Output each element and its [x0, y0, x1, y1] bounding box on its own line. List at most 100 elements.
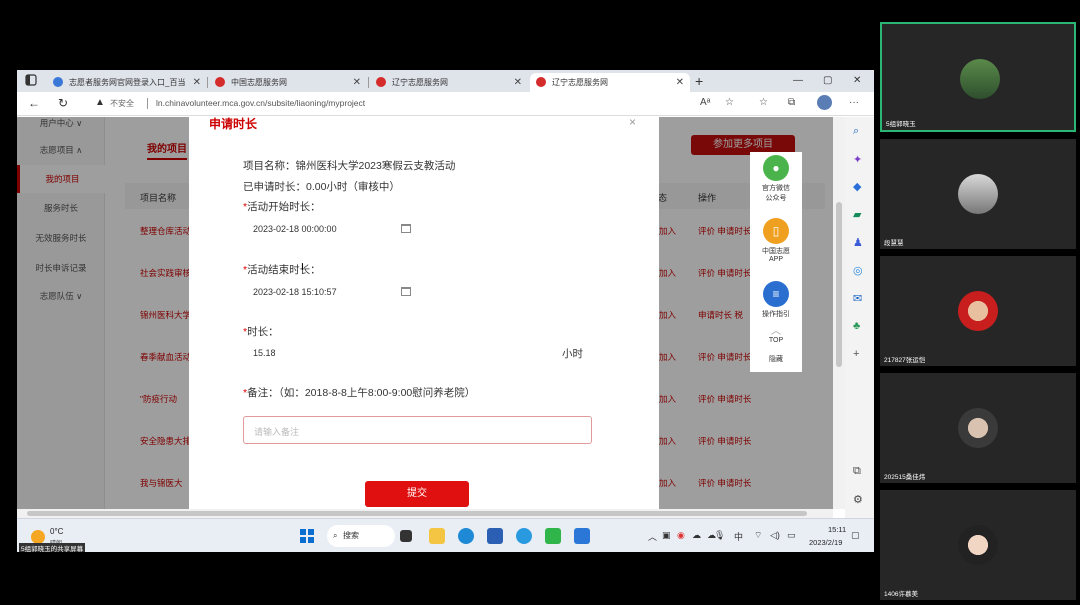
- close-icon[interactable]: ✕: [353, 73, 361, 92]
- hours-label: *时长：: [243, 326, 279, 338]
- notification-icon[interactable]: ▢: [851, 530, 860, 541]
- collections-icon[interactable]: ⧉: [788, 97, 795, 108]
- clock-date[interactable]: 2023/2/19: [809, 538, 842, 547]
- guide-icon: ≡: [763, 281, 789, 307]
- minimize-icon[interactable]: —: [793, 70, 803, 92]
- favorites-icon[interactable]: ☆: [759, 97, 768, 108]
- calendar-icon[interactable]: [401, 224, 411, 233]
- close-icon[interactable]: ✕: [676, 73, 684, 92]
- weather-sun-icon[interactable]: [31, 530, 45, 544]
- close-window-icon[interactable]: ✕: [853, 70, 861, 92]
- add-icon[interactable]: +: [853, 348, 859, 360]
- hide-widget[interactable]: 隐藏: [750, 354, 802, 364]
- start-time-label: *活动开始时长：: [243, 201, 321, 213]
- tab-2[interactable]: 中国志愿服务网 ✕: [209, 73, 367, 92]
- horizontal-scrollbar[interactable]: [17, 509, 833, 518]
- copilot-icon[interactable]: ✦: [853, 153, 862, 166]
- start-time-input[interactable]: 2023-02-18 00:00:00: [253, 224, 337, 234]
- site-logo-icon: [376, 77, 386, 87]
- task-view-icon[interactable]: [400, 530, 412, 542]
- tab-4-active[interactable]: 辽宁志愿服务网 ✕: [530, 73, 690, 92]
- avatar: [958, 408, 998, 448]
- onedrive-icon[interactable]: ☁: [692, 530, 701, 541]
- file-explorer-icon[interactable]: [429, 528, 445, 544]
- edge-icon[interactable]: [458, 528, 474, 544]
- floating-widget-bar: ● 官方微信 公众号 ▯ 中国志愿 APP ≡ 操作指引 ︿ TOP 隐藏: [750, 152, 802, 372]
- outlook-icon[interactable]: ✉: [853, 292, 862, 305]
- participant-tile[interactable]: 202515桑佳炜: [880, 373, 1076, 483]
- end-time-input[interactable]: 2023-02-18 15:10:57: [253, 287, 337, 297]
- meeting-app-icon[interactable]: [574, 528, 590, 544]
- tools-icon[interactable]: ▰: [853, 208, 861, 221]
- participant-name: 5组郭晓玉: [886, 121, 916, 128]
- app-widget[interactable]: ▯ 中国志愿 APP: [750, 218, 802, 263]
- wechat-icon[interactable]: [545, 528, 561, 544]
- dialog-title: 申请时长: [209, 117, 258, 131]
- clock-time[interactable]: 15:11: [828, 525, 846, 534]
- vertical-scrollbar[interactable]: [833, 117, 845, 509]
- warning-icon[interactable]: ▲: [95, 97, 105, 108]
- close-icon[interactable]: ✕: [193, 73, 201, 92]
- store-icon[interactable]: [487, 528, 503, 544]
- close-icon[interactable]: ×: [629, 115, 636, 129]
- participant-tile[interactable]: 段慧慧: [880, 139, 1076, 249]
- submit-button[interactable]: 提交: [365, 481, 469, 507]
- ime-indicator[interactable]: 中: [734, 530, 743, 543]
- search-icon: ⌕: [333, 531, 338, 540]
- text-cursor-icon: I: [301, 262, 304, 273]
- globe-icon: [53, 77, 63, 87]
- search-icon[interactable]: ⌕: [853, 125, 859, 138]
- tree-icon[interactable]: ♣: [853, 320, 860, 332]
- favorite-add-icon[interactable]: ☆: [725, 97, 734, 108]
- tab-3[interactable]: 辽宁志愿服务网 ✕: [370, 73, 528, 92]
- profile-avatar[interactable]: [817, 95, 832, 110]
- read-aloud-icon[interactable]: Aᵃ: [700, 97, 710, 108]
- maximize-icon[interactable]: ▢: [823, 70, 832, 92]
- guide-label: 操作指引: [762, 311, 790, 318]
- back-icon[interactable]: ←: [28, 96, 40, 110]
- end-time-label: *活动结束时长：: [243, 264, 321, 276]
- security-label[interactable]: 不安全: [110, 98, 134, 109]
- screen-share-label: 5组郭晓玉的共享屏幕: [19, 543, 86, 552]
- search-label: 搜索: [343, 531, 359, 540]
- wechat-label: 官方微信 公众号: [762, 185, 790, 202]
- site-logo-icon: [536, 77, 546, 87]
- more-icon[interactable]: ···: [849, 97, 859, 108]
- tab-separator: [207, 77, 208, 88]
- windows-start-icon[interactable]: [300, 529, 314, 543]
- battery-icon[interactable]: ▭: [787, 530, 796, 541]
- wechat-widget[interactable]: ● 官方微信 公众号: [750, 155, 802, 203]
- shopping-icon[interactable]: ◆: [853, 180, 861, 193]
- scroll-thumb[interactable]: [836, 202, 842, 367]
- tray-app-icon[interactable]: ◉: [677, 530, 685, 541]
- office-icon[interactable]: ◎: [853, 264, 863, 277]
- volume-icon[interactable]: ◁): [770, 530, 780, 541]
- participant-tile[interactable]: 5组郭晓玉: [880, 22, 1076, 132]
- split-screen-icon[interactable]: ⧉: [853, 465, 861, 478]
- new-tab-button[interactable]: +: [695, 70, 703, 92]
- ie-icon[interactable]: [516, 528, 532, 544]
- wifi-icon[interactable]: ⌔: [754, 530, 762, 541]
- chevron-up-icon[interactable]: ︿: [648, 530, 657, 543]
- taskbar-search[interactable]: ⌕ 搜索: [327, 525, 395, 547]
- microphone-icon[interactable]: 🎙: [714, 530, 725, 541]
- back-to-top-widget[interactable]: ︿ TOP: [750, 322, 802, 344]
- guide-widget[interactable]: ≡ 操作指引: [750, 281, 802, 319]
- wechat-icon: ●: [763, 155, 789, 181]
- weather-temperature[interactable]: 0°C: [50, 527, 63, 536]
- url-field[interactable]: ln.chinavolunteer.mca.gov.cn/subsite/lia…: [156, 98, 365, 108]
- games-icon[interactable]: ♟: [853, 236, 863, 249]
- participant-tile[interactable]: 1406许慕美: [880, 490, 1076, 600]
- settings-icon[interactable]: ⚙: [853, 493, 863, 506]
- calendar-icon[interactable]: [401, 287, 411, 296]
- refresh-icon[interactable]: ↻: [58, 96, 68, 110]
- tab-actions-icon[interactable]: [25, 73, 39, 87]
- tray-app-icon[interactable]: ▣: [662, 530, 671, 541]
- edge-sidebar: ⌕ ✦ ◆ ▰ ♟ ◎ ✉ ♣ + ⧉ ⚙: [845, 117, 874, 518]
- scroll-thumb[interactable]: [27, 511, 807, 516]
- windows-taskbar: 0°C 晴朗 5组郭晓玉的共享屏幕 ⌕ 搜索 ︿ ▣ ◉ ☁ ☁ 🎙 中 ⌔ ◁…: [17, 518, 874, 552]
- close-icon[interactable]: ✕: [514, 73, 522, 92]
- tab-1[interactable]: 志愿者服务网官网登录入口_百当 ✕: [47, 73, 207, 92]
- participant-tile[interactable]: 217827张运恺: [880, 256, 1076, 366]
- remark-input[interactable]: 请输入备注: [243, 416, 592, 444]
